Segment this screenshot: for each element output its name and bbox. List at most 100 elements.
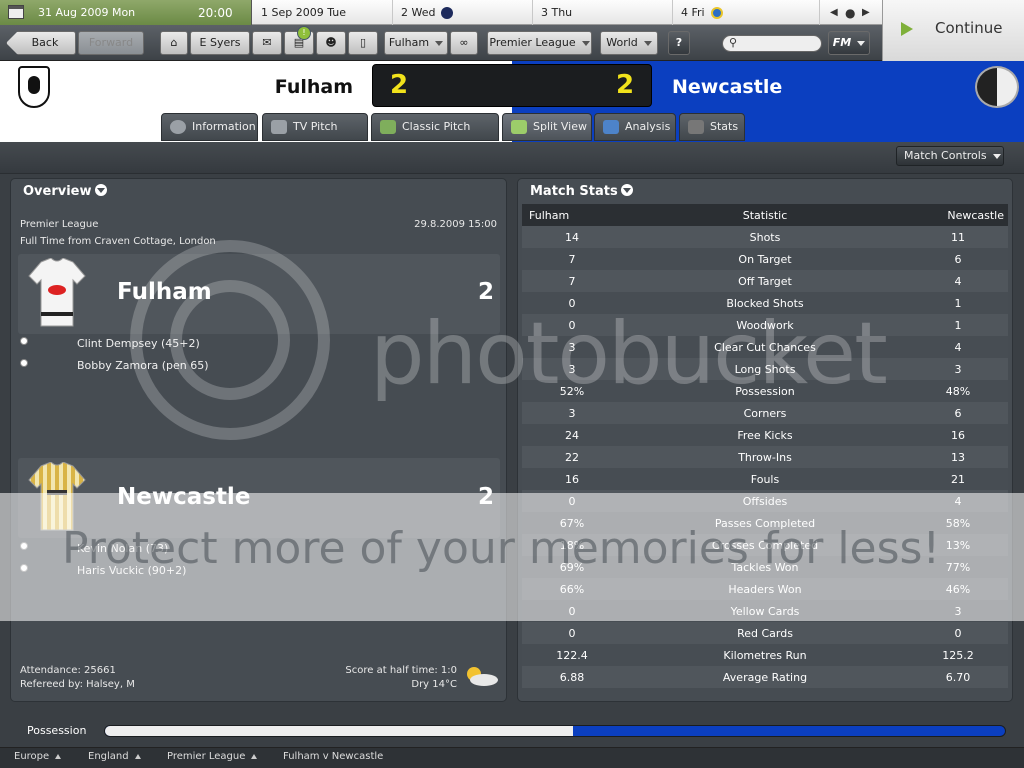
calendar-icon[interactable] bbox=[8, 5, 24, 19]
club-menu[interactable]: Fulham bbox=[384, 31, 448, 55]
table-row[interactable]: 22 Throw-Ins 13 bbox=[522, 446, 1008, 468]
day-cell-3[interactable]: 3 Thu bbox=[533, 0, 673, 25]
home-team-title[interactable]: Fulham bbox=[117, 279, 212, 305]
tab-stats[interactable]: Stats bbox=[679, 113, 745, 141]
home-team-score: 2 bbox=[478, 279, 495, 305]
column-header-statistic[interactable]: Statistic bbox=[665, 209, 865, 222]
statistic-name: Crosses Completed bbox=[711, 539, 819, 552]
back-button[interactable]: Back bbox=[6, 31, 76, 55]
home-crest-icon[interactable] bbox=[18, 66, 50, 108]
statistic-name: Yellow Cards bbox=[730, 605, 800, 618]
day-label: 4 Fri bbox=[681, 6, 705, 19]
table-row[interactable]: 122.4 Kilometres Run 125.2 bbox=[522, 644, 1008, 666]
binoculars-icon: ∞ bbox=[459, 36, 469, 49]
table-row[interactable]: 0 Red Cards 0 bbox=[522, 622, 1008, 644]
competition-menu[interactable]: Premier League bbox=[487, 31, 592, 55]
search-input[interactable]: ⚲ bbox=[722, 35, 822, 52]
table-row[interactable]: 7 Off Target 4 bbox=[522, 270, 1008, 292]
table-row[interactable]: 16 Fouls 21 bbox=[522, 468, 1008, 490]
away-value: 0 bbox=[954, 627, 962, 640]
tab-tv-pitch-view[interactable]: TV Pitch View bbox=[262, 113, 368, 159]
away-scorer-2[interactable]: Haris Vuckic (90+2) bbox=[77, 564, 186, 577]
table-row[interactable]: 7 On Target 6 bbox=[522, 248, 1008, 270]
table-row[interactable]: 0 Offsides 4 bbox=[522, 490, 1008, 512]
home-value: 0 bbox=[568, 297, 576, 310]
home-value: 3 bbox=[568, 341, 576, 354]
column-header-home[interactable]: Fulham bbox=[529, 209, 569, 222]
table-row[interactable]: 67% Passes Completed 58% bbox=[522, 512, 1008, 534]
column-header-away[interactable]: Newcastle bbox=[930, 209, 1004, 222]
table-row[interactable]: 69% Tackles Won 77% bbox=[522, 556, 1008, 578]
scout-search-button[interactable]: ∞ bbox=[450, 31, 478, 55]
tab-classic-pitch-view[interactable]: Classic Pitch View bbox=[371, 113, 499, 159]
today-dot-icon[interactable]: ● bbox=[845, 6, 855, 20]
away-scorer-1[interactable]: Kevin Nolan (73) bbox=[77, 542, 168, 555]
home-value: 52% bbox=[559, 385, 585, 398]
inbox-button[interactable]: ✉ bbox=[252, 31, 282, 55]
weather-text: Dry 14°C bbox=[411, 679, 457, 690]
tab-information[interactable]: Information bbox=[161, 113, 258, 141]
statistic-name: Free Kicks bbox=[737, 429, 793, 442]
day-cell-4[interactable]: 4 Fri bbox=[673, 0, 820, 25]
home-scorer-2[interactable]: Bobby Zamora (pen 65) bbox=[77, 359, 209, 372]
statistic-name: Average Rating bbox=[722, 671, 808, 684]
ball-icon bbox=[20, 359, 28, 367]
away-team-title[interactable]: Newcastle bbox=[117, 484, 250, 510]
breadcrumb-match[interactable]: Fulham v Newcastle bbox=[283, 751, 383, 762]
manager-menu[interactable]: E Syers bbox=[190, 31, 250, 55]
referee-text[interactable]: Refereed by: Halsey, M bbox=[20, 679, 135, 690]
attendance-text: Attendance: 25661 bbox=[20, 665, 116, 676]
forward-button[interactable]: Forward bbox=[78, 31, 144, 55]
world-menu-label: World bbox=[606, 36, 638, 49]
dropdown-icon[interactable] bbox=[94, 184, 107, 196]
help-button[interactable]: ? bbox=[668, 31, 690, 55]
home-value: 0 bbox=[568, 605, 576, 618]
breadcrumb-england[interactable]: England bbox=[88, 751, 141, 762]
away-value: 3 bbox=[954, 363, 962, 376]
away-value: 58% bbox=[945, 517, 971, 530]
day-cell-2[interactable]: 2 Wed bbox=[393, 0, 533, 25]
table-row[interactable]: 3 Clear Cut Chances 4 bbox=[522, 336, 1008, 358]
match-stats-title[interactable]: Match Stats bbox=[530, 184, 633, 199]
match-datetime: 29.8.2009 15:00 bbox=[414, 219, 497, 230]
home-button[interactable]: ⌂ bbox=[160, 31, 188, 55]
table-row[interactable]: 0 Blocked Shots 1 bbox=[522, 292, 1008, 314]
next-arrow-icon[interactable]: ▶ bbox=[862, 7, 870, 18]
prev-arrow-icon[interactable]: ◀ bbox=[830, 7, 838, 18]
away-crest-icon[interactable] bbox=[975, 66, 1019, 108]
table-row[interactable]: 3 Corners 6 bbox=[522, 402, 1008, 424]
table-row[interactable]: 24 Free Kicks 16 bbox=[522, 424, 1008, 446]
away-team-name[interactable]: Newcastle bbox=[672, 76, 782, 98]
tv-icon bbox=[271, 120, 287, 134]
table-row[interactable]: 14 Shots 11 bbox=[522, 226, 1008, 248]
match-controls-menu[interactable]: Match Controls bbox=[896, 146, 1004, 166]
table-row[interactable]: 52% Possession 48% bbox=[522, 380, 1008, 402]
tab-analysis[interactable]: Analysis bbox=[594, 113, 676, 141]
table-row[interactable]: 0 Woodwork 1 bbox=[522, 314, 1008, 336]
tab-split-view[interactable]: Split View bbox=[502, 113, 592, 141]
day-cell-1[interactable]: 1 Sep 2009 Tue bbox=[253, 0, 393, 25]
table-row[interactable]: 18% Crosses Completed 13% bbox=[522, 534, 1008, 556]
news-button[interactable]: ▤! bbox=[284, 26, 314, 55]
world-menu[interactable]: World bbox=[600, 31, 658, 55]
home-value: 16 bbox=[565, 473, 579, 486]
away-value: 4 bbox=[954, 495, 962, 508]
home-scorer-1[interactable]: Clint Dempsey (45+2) bbox=[77, 337, 200, 350]
breadcrumb-europe[interactable]: Europe bbox=[14, 751, 62, 762]
home-team-name[interactable]: Fulham bbox=[220, 76, 353, 98]
breadcrumb-premier-league[interactable]: Premier League bbox=[167, 751, 258, 762]
notes-button[interactable]: ▯ bbox=[348, 31, 378, 55]
current-date-cell[interactable]: 31 Aug 2009 Mon 20:00 bbox=[0, 0, 252, 25]
table-row[interactable]: 0 Yellow Cards 3 bbox=[522, 600, 1008, 622]
table-row[interactable]: 66% Headers Won 46% bbox=[522, 578, 1008, 600]
fm-menu[interactable]: FM bbox=[828, 31, 870, 55]
table-row[interactable]: 3 Long Shots 3 bbox=[522, 358, 1008, 380]
statistic-name: Woodwork bbox=[736, 319, 794, 332]
competition-name[interactable]: Premier League bbox=[20, 219, 98, 230]
dropdown-icon[interactable] bbox=[620, 184, 633, 196]
match-stats-title-text: Match Stats bbox=[530, 184, 618, 199]
table-row[interactable]: 6.88 Average Rating 6.70 bbox=[522, 666, 1008, 688]
overview-title[interactable]: Overview bbox=[23, 184, 107, 199]
scouting-button[interactable]: ☻ bbox=[316, 31, 346, 55]
continue-button[interactable]: Continue bbox=[882, 0, 1024, 61]
